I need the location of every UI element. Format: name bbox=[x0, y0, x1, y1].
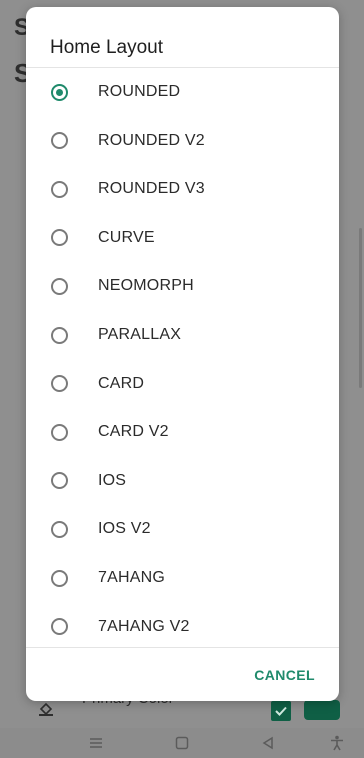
radio-checked-icon[interactable] bbox=[51, 83, 68, 101]
layout-option-label: CARD V2 bbox=[98, 423, 169, 441]
layout-option[interactable]: CARD bbox=[26, 360, 339, 408]
dialog-divider-bottom bbox=[26, 647, 339, 648]
primary-color-checkbox[interactable] bbox=[271, 701, 291, 721]
layout-option-label: IOS V2 bbox=[98, 520, 151, 538]
home-layout-dialog: Home Layout ROUNDED ROUNDED V2 ROUNDED V3 C… bbox=[26, 7, 339, 701]
layout-option-label: CURVE bbox=[98, 228, 155, 246]
primary-color-swatch[interactable] bbox=[304, 700, 340, 720]
background-scrollbar bbox=[359, 228, 362, 388]
radio-unchecked-icon[interactable] bbox=[51, 520, 68, 538]
layout-option[interactable]: ROUNDED bbox=[26, 68, 339, 116]
radio-unchecked-icon[interactable] bbox=[51, 375, 68, 393]
layout-option-label: NEOMORPH bbox=[98, 277, 194, 295]
dialog-title: Home Layout bbox=[50, 37, 164, 58]
layout-option-label: 7AHANG bbox=[98, 569, 165, 586]
radio-unchecked-icon[interactable] bbox=[51, 569, 68, 587]
layout-option[interactable]: IOS V2 bbox=[26, 505, 339, 553]
layout-option-label: PARALLAX bbox=[98, 326, 182, 343]
layout-option[interactable]: NEOMORPH bbox=[26, 262, 339, 310]
layout-option[interactable]: 7AHANG V2 bbox=[26, 603, 339, 647]
radio-unchecked-icon[interactable] bbox=[51, 423, 68, 441]
layout-option[interactable]: ROUNDED V2 bbox=[26, 117, 339, 165]
layout-option[interactable]: PARALLAX bbox=[26, 311, 339, 359]
radio-unchecked-icon[interactable] bbox=[51, 618, 68, 636]
radio-unchecked-icon[interactable] bbox=[51, 180, 68, 198]
menu-icon[interactable] bbox=[85, 732, 107, 754]
paint-bucket-icon bbox=[38, 700, 54, 716]
layout-option-label: ROUNDED V3 bbox=[98, 180, 205, 198]
layout-option-label: CARD bbox=[98, 374, 145, 392]
layout-option[interactable]: CARD V2 bbox=[26, 408, 339, 456]
layout-option[interactable]: CURVE bbox=[26, 214, 339, 262]
layout-option[interactable]: IOS bbox=[26, 457, 339, 505]
back-triangle-icon[interactable] bbox=[257, 732, 279, 754]
layout-option[interactable]: 7AHANG bbox=[26, 554, 339, 602]
radio-unchecked-icon[interactable] bbox=[51, 277, 68, 295]
accessibility-icon[interactable] bbox=[326, 732, 348, 754]
system-navigation-bar bbox=[0, 728, 364, 758]
radio-unchecked-icon[interactable] bbox=[51, 472, 68, 490]
layout-option-label: 7AHANG V2 bbox=[98, 617, 190, 635]
radio-unchecked-icon[interactable] bbox=[51, 326, 68, 344]
layout-option-label: IOS bbox=[98, 471, 127, 489]
radio-unchecked-icon[interactable] bbox=[51, 132, 68, 150]
radio-unchecked-icon[interactable] bbox=[51, 229, 68, 247]
layout-option[interactable]: ROUNDED V3 bbox=[26, 165, 339, 213]
home-square-icon[interactable] bbox=[171, 732, 193, 754]
layout-option-label: ROUNDED V2 bbox=[98, 131, 205, 149]
cancel-button[interactable]: CANCEL bbox=[254, 663, 315, 687]
layout-options-list[interactable]: ROUNDED ROUNDED V2 ROUNDED V3 CURVE NEOMORPH… bbox=[26, 68, 339, 647]
layout-option-label: ROUNDED bbox=[98, 83, 181, 100]
